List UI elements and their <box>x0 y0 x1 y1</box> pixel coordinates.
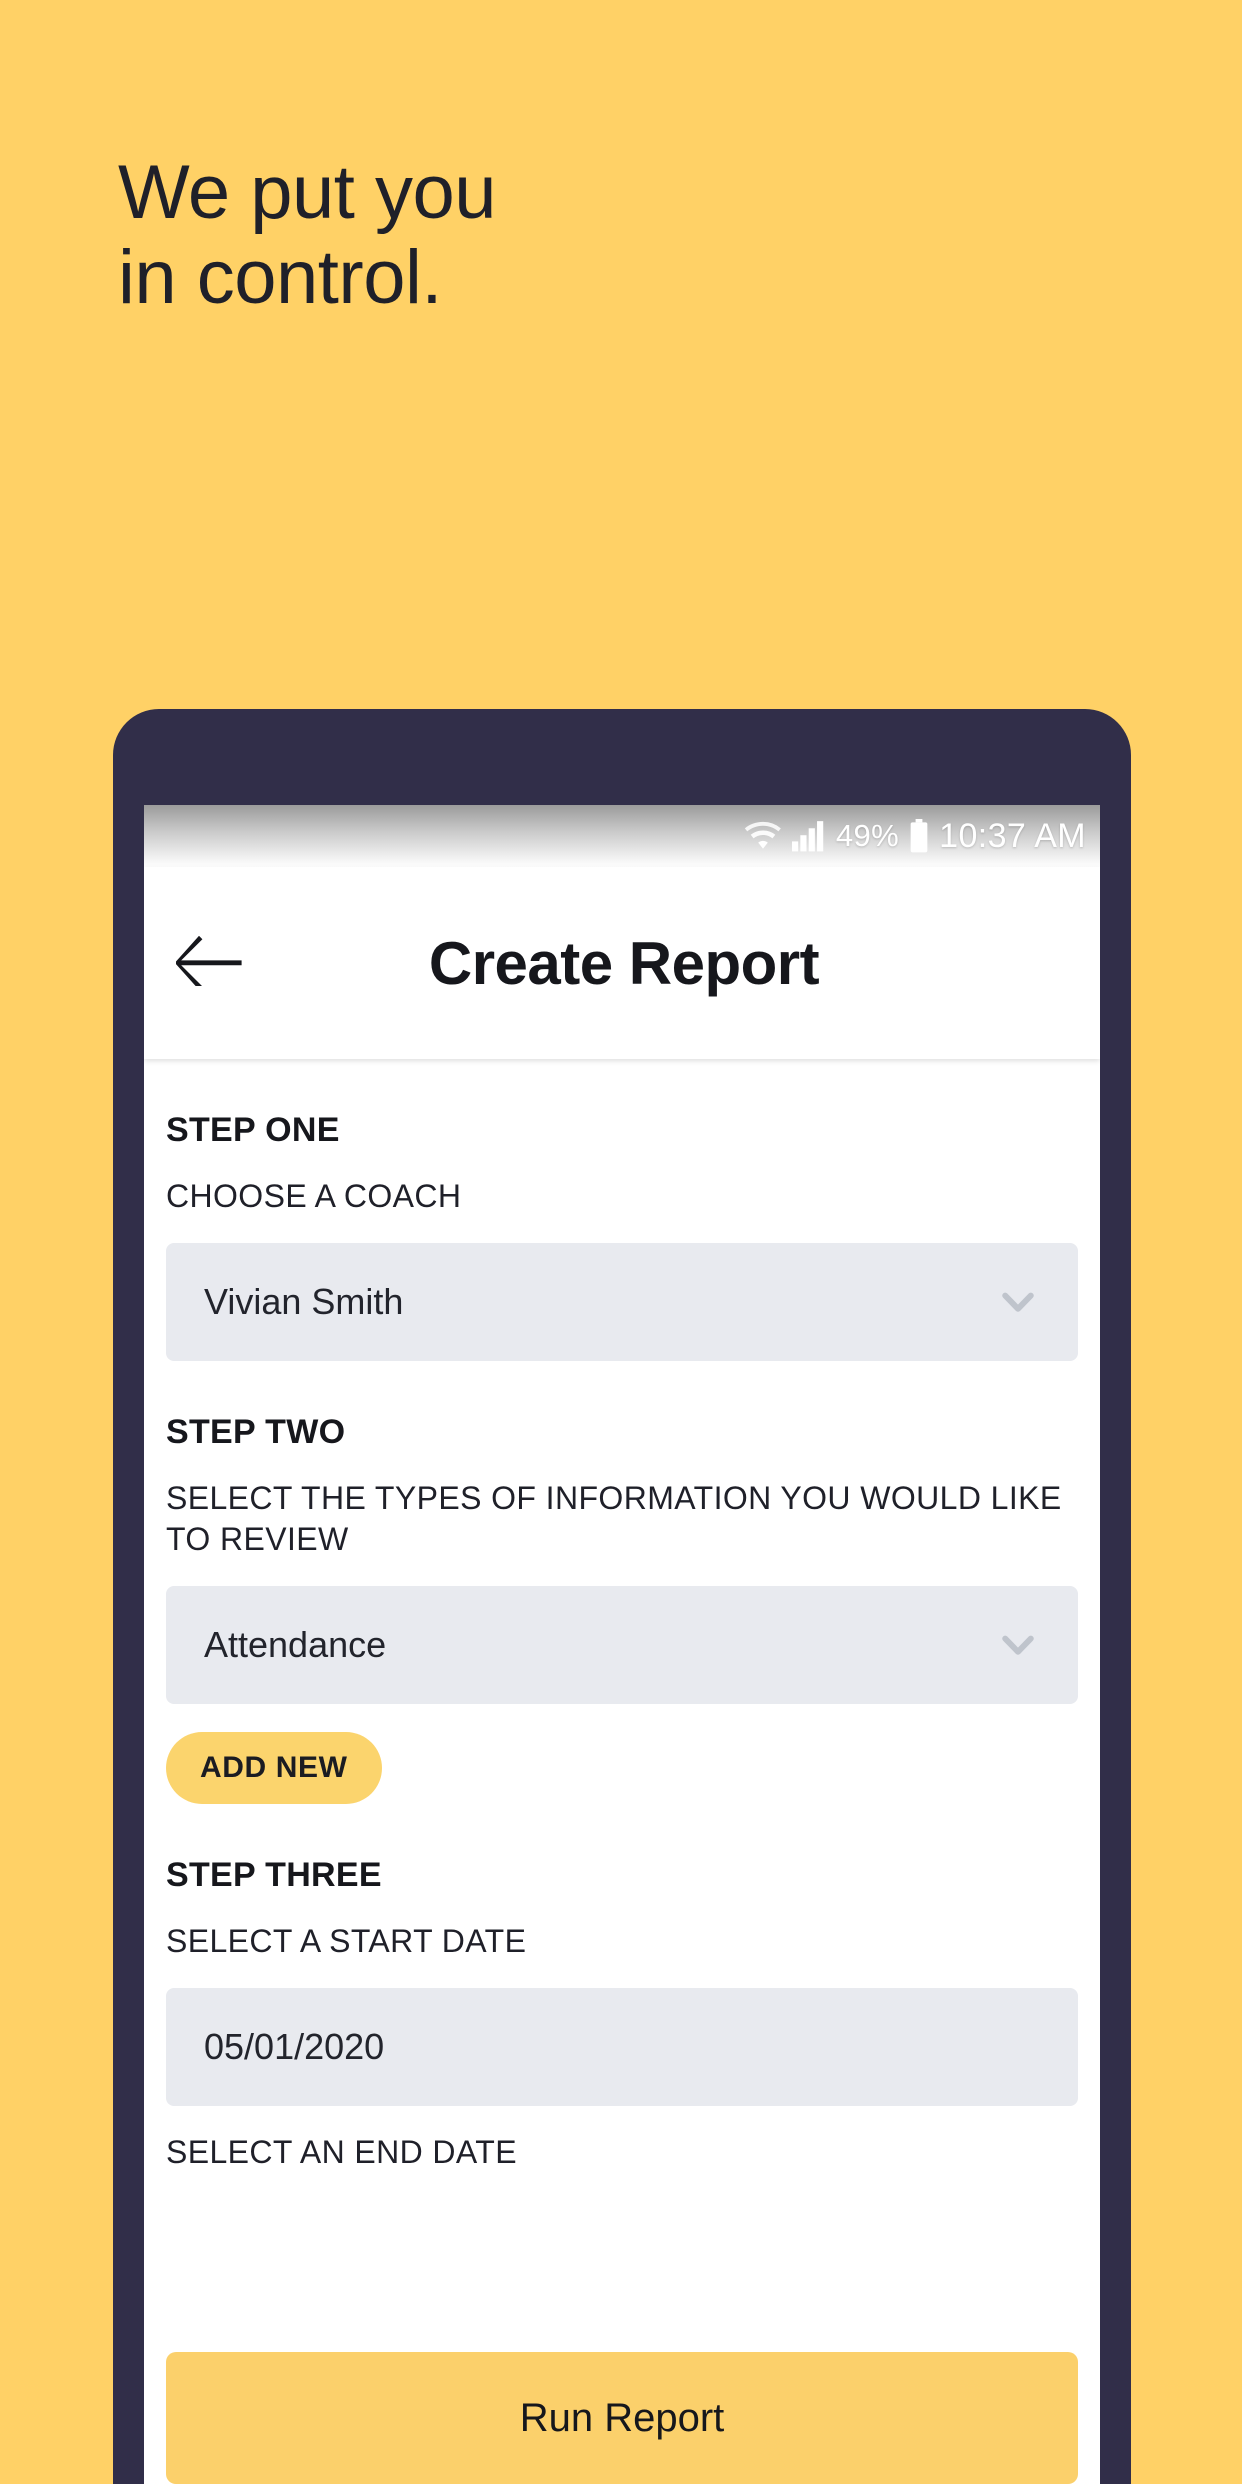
clock-label: 10:37 AM <box>939 816 1086 855</box>
run-report-button[interactable]: Run Report <box>166 2352 1078 2484</box>
info-type-select[interactable]: Attendance <box>166 1585 1078 1704</box>
step-two-subtitle: SELECT THE TYPES OF INFORMATION YOU WOUL… <box>166 1479 1062 1557</box>
phone-screen: 49% 10:37 AM Create Report STEP ONE CHOO… <box>144 805 1100 2484</box>
page-headline: We put you in control. <box>118 150 497 321</box>
info-type-select-value: Attendance <box>204 1623 387 1665</box>
step-three-subtitle: SELECT A START DATE <box>166 1922 527 1959</box>
step-one-title: STEP ONE <box>166 1111 340 1149</box>
phone-mockup-frame: 49% 10:37 AM Create Report STEP ONE CHOO… <box>113 709 1131 2484</box>
coach-select[interactable]: Vivian Smith <box>166 1242 1078 1361</box>
form-content: STEP ONE CHOOSE A COACH Vivian Smith STE… <box>144 1059 1100 2484</box>
app-header: Create Report <box>144 867 1100 1059</box>
wifi-icon <box>744 821 782 851</box>
back-button[interactable] <box>162 915 258 1011</box>
battery-percent-label: 49% <box>835 818 900 853</box>
chevron-down-icon <box>996 1280 1040 1324</box>
chevron-down-icon <box>996 1623 1040 1667</box>
status-bar: 49% 10:37 AM <box>144 805 1100 867</box>
battery-icon <box>909 819 929 853</box>
step-three-title: STEP THREE <box>166 1855 382 1894</box>
back-arrow-icon <box>174 935 244 991</box>
cta-container: Run Report <box>144 2330 1100 2484</box>
start-date-value: 05/01/2020 <box>204 2025 385 2067</box>
add-new-button[interactable]: ADD NEW <box>166 1731 382 1804</box>
page-title: Create Report <box>428 929 820 997</box>
step-one-subtitle: CHOOSE A COACH <box>166 1178 462 1214</box>
end-date-subtitle: SELECT AN END DATE <box>166 2133 517 2170</box>
coach-select-value: Vivian Smith <box>204 1280 404 1322</box>
step-two-title: STEP TWO <box>166 1412 346 1451</box>
start-date-input[interactable]: 05/01/2020 <box>166 1987 1078 2106</box>
signal-bars-icon <box>791 820 826 852</box>
